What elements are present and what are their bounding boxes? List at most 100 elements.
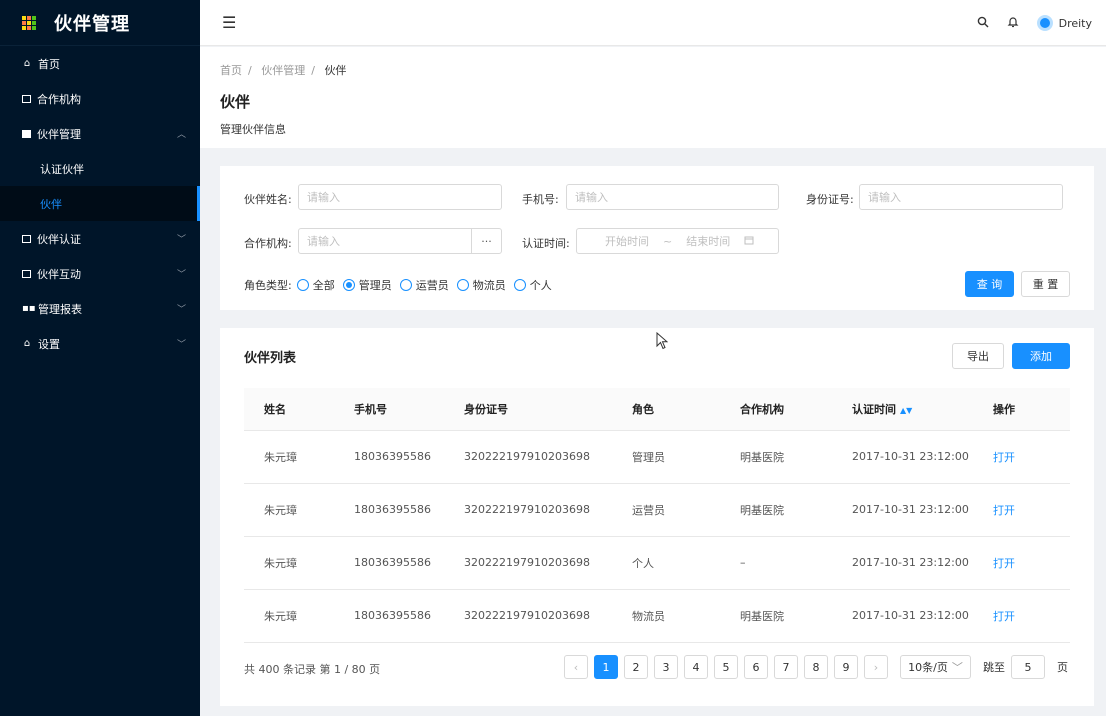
phone-input[interactable]: 请输入 — [566, 184, 779, 210]
grid-icon: ▪▪ — [22, 303, 36, 314]
cell-name: 朱元璋 — [244, 430, 354, 484]
breadcrumb-home[interactable]: 首页 — [220, 64, 242, 77]
cell-time: 2017-10-31 23:12:00 — [852, 589, 993, 643]
role-radio-individual[interactable]: 个人 — [513, 277, 552, 293]
page-button-8[interactable]: 8 — [804, 655, 828, 679]
sidebar-item-label: 管理报表 — [38, 302, 82, 316]
cell-time: 2017-10-31 23:12:00 — [852, 536, 993, 590]
page-button-2[interactable]: 2 — [624, 655, 648, 679]
open-link[interactable]: 打开 — [993, 610, 1015, 623]
menu-fold-icon[interactable]: ☰ — [222, 13, 236, 32]
sidebar-item-settings[interactable]: ⌂ 设置 ﹀ — [0, 326, 200, 361]
jump-input[interactable]: 5 — [1011, 655, 1045, 679]
page-button-1[interactable]: 1 — [594, 655, 618, 679]
chevron-down-icon: ﹀ — [176, 340, 186, 350]
sidebar-item-partners[interactable]: 伙伴 — [0, 186, 200, 221]
page-button-5[interactable]: 5 — [714, 655, 738, 679]
sidebar-item-reports[interactable]: ▪▪ 管理报表 ﹀ — [0, 291, 200, 326]
cell-role: 运营员 — [632, 483, 740, 537]
date-range-picker[interactable]: 开始时间 ~ 结束时间 — [576, 228, 779, 254]
open-link[interactable]: 打开 — [993, 557, 1015, 570]
prev-page-button[interactable]: ‹ — [564, 655, 588, 679]
page-size-select[interactable]: 10条/页 ﹀ — [900, 655, 971, 679]
topbar: ☰ Dreity — [200, 0, 1106, 46]
org-picker-button[interactable]: ··· — [471, 229, 501, 253]
role-radio-admin[interactable]: 管理员 — [342, 277, 392, 293]
open-link[interactable]: 打开 — [993, 504, 1015, 517]
sort-icon[interactable]: ▲▼ — [900, 406, 912, 415]
topbar-actions: Dreity — [977, 0, 1092, 46]
home-icon: ⌂ — [23, 58, 31, 69]
cell-idno: 320222197910203698 — [464, 430, 632, 484]
cell-idno: 320222197910203698 — [464, 483, 632, 537]
search-button[interactable]: 查 询 — [965, 271, 1014, 297]
cell-org: 明基医院 — [740, 483, 852, 537]
col-role: 角色 — [632, 388, 740, 431]
role-radio-operator[interactable]: 运营员 — [399, 277, 449, 293]
phone-label: 手机号: — [522, 193, 559, 206]
page-button-4[interactable]: 4 — [684, 655, 708, 679]
cell-role: 管理员 — [632, 430, 740, 484]
chevron-down-icon: ﹀ — [176, 305, 186, 315]
table-row: 朱元璋 18036395586 320222197910203698 管理员 明… — [244, 430, 1070, 484]
sidebar-item-partner-mgmt[interactable]: 伙伴管理 ︿ — [0, 116, 200, 151]
sidebar-item-label: 伙伴互动 — [37, 267, 81, 281]
app-grid-icon[interactable] — [22, 15, 36, 30]
mail-icon — [22, 94, 31, 103]
name-input[interactable]: 请输入 — [298, 184, 502, 210]
sidebar-item-certified-partners[interactable]: 认证伙伴 — [0, 151, 200, 186]
user-menu[interactable]: Dreity — [1036, 15, 1092, 31]
page-button-9[interactable]: 9 — [834, 655, 858, 679]
role-radio-group: 角色类型: 全部 管理员 运营员 物流员 个人 — [244, 277, 560, 293]
end-time-placeholder: 结束时间 — [686, 235, 731, 248]
cell-idno: 320222197910203698 — [464, 536, 632, 590]
role-radio-all[interactable]: 全部 — [296, 277, 335, 293]
sidebar-item-label: 伙伴认证 — [37, 232, 81, 246]
sidebar-item-home[interactable]: ⌂ 首页 — [0, 46, 200, 81]
sidebar-item-orgs[interactable]: 合作机构 — [0, 81, 200, 116]
bell-icon[interactable] — [1007, 16, 1019, 31]
page-unit-label: 页 — [1057, 661, 1068, 674]
name-label: 伙伴姓名: — [244, 193, 292, 206]
add-button[interactable]: 添加 — [1012, 343, 1070, 369]
col-time[interactable]: 认证时间 ▲▼ — [852, 388, 993, 431]
sidebar: 伙伴管理 ⌂ 首页 合作机构 伙伴管理 ︿ 认证伙伴 伙伴 伙伴认证 ﹀ 伙伴互… — [0, 0, 200, 716]
org-input[interactable]: 请输入 ··· — [298, 228, 502, 254]
role-label: 角色类型: — [244, 279, 292, 292]
sidebar-item-label: 合作机构 — [37, 92, 81, 106]
next-page-button[interactable]: › — [864, 655, 888, 679]
cell-org: 明基医院 — [740, 589, 852, 643]
square-icon — [22, 234, 31, 243]
page-button-3[interactable]: 3 — [654, 655, 678, 679]
page-button-7[interactable]: 7 — [774, 655, 798, 679]
sidebar-item-partner-cert[interactable]: 伙伴认证 ﹀ — [0, 221, 200, 256]
col-phone: 手机号 — [354, 388, 464, 431]
calendar-icon — [22, 129, 31, 138]
jump-label: 跳至 — [983, 661, 1005, 674]
user-name: Dreity — [1058, 16, 1092, 30]
reset-button[interactable]: 重 置 — [1021, 271, 1070, 297]
sidebar-item-label: 伙伴 — [40, 197, 62, 211]
role-radio-logistics[interactable]: 物流员 — [456, 277, 506, 293]
list-title: 伙伴列表 — [244, 351, 297, 366]
cell-phone: 18036395586 — [354, 483, 464, 537]
search-icon[interactable] — [977, 16, 989, 31]
cell-name: 朱元璋 — [244, 483, 354, 537]
id-placeholder: 请输入 — [868, 191, 901, 204]
phone-placeholder: 请输入 — [575, 191, 608, 204]
chevron-down-icon: ﹀ — [951, 661, 963, 674]
pagination-summary: 共 400 条记录 第 1 / 80 页 — [244, 663, 381, 676]
time-label: 认证时间: — [522, 237, 570, 250]
page-button-6[interactable]: 6 — [744, 655, 768, 679]
filter-panel: 伙伴姓名: 请输入 手机号: 请输入 身份证号: 请输入 合作机构: 请输入 ·… — [220, 166, 1094, 310]
id-input[interactable]: 请输入 — [859, 184, 1063, 210]
sidebar-item-partner-interaction[interactable]: 伙伴互动 ﹀ — [0, 256, 200, 291]
breadcrumb-partner-mgmt[interactable]: 伙伴管理 — [261, 64, 305, 77]
col-org: 合作机构 — [740, 388, 852, 431]
org-placeholder: 请输入 — [307, 235, 340, 248]
table-row: 朱元璋 18036395586 320222197910203698 物流员 明… — [244, 589, 1070, 643]
cell-idno: 320222197910203698 — [464, 589, 632, 643]
export-button[interactable]: 导出 — [952, 343, 1004, 369]
open-link[interactable]: 打开 — [993, 451, 1015, 464]
cell-phone: 18036395586 — [354, 536, 464, 590]
